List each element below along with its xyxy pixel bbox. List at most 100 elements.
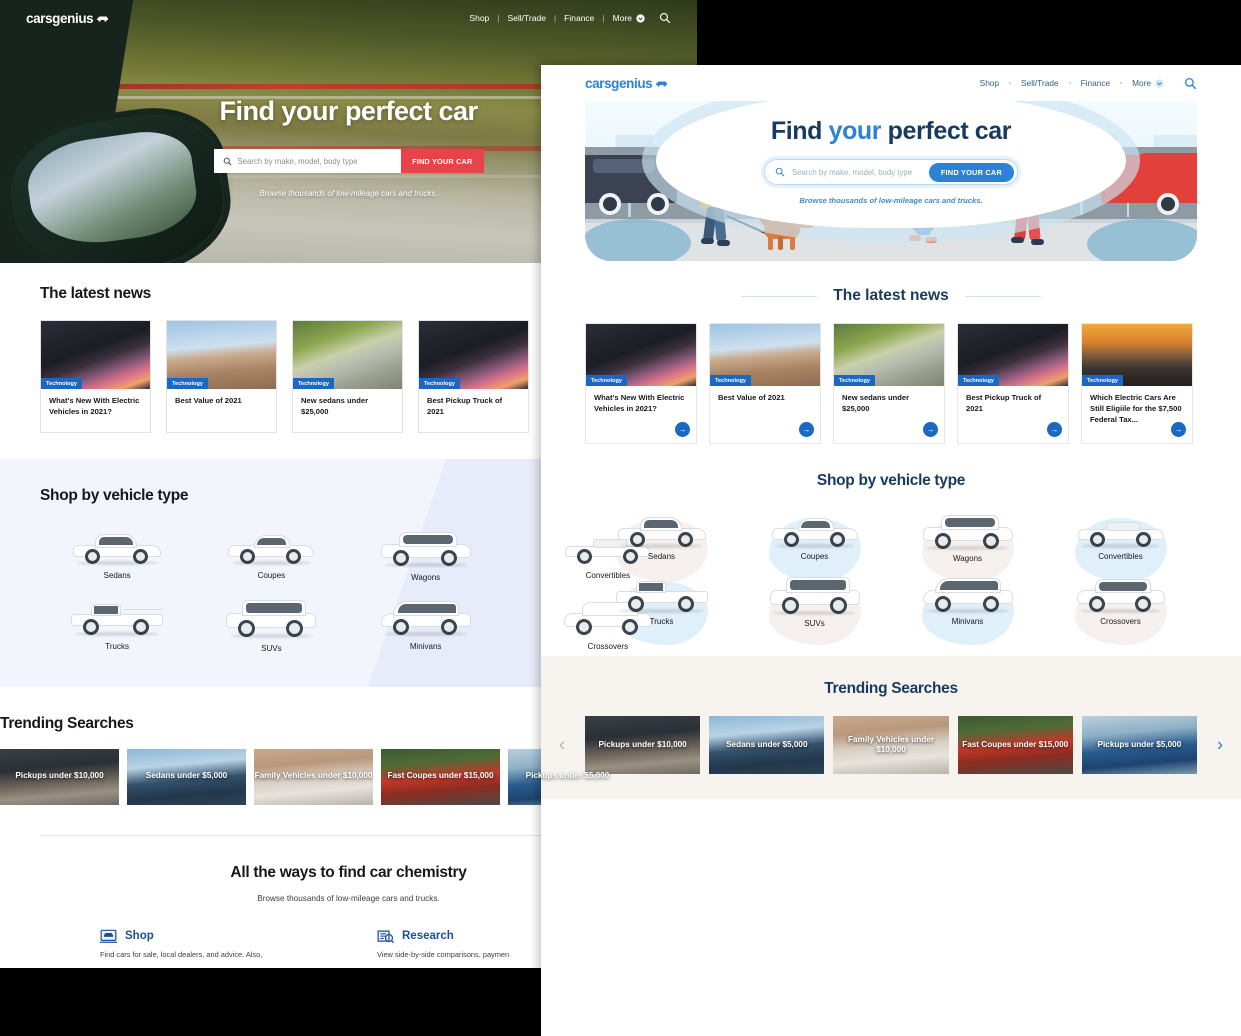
arrow-right-icon[interactable]: →: [675, 422, 690, 438]
vehicle-type-crossovers[interactable]: Crossovers: [1044, 577, 1197, 646]
vehicle-type-suvs[interactable]: SUVs: [738, 577, 891, 646]
left-hero-title: Find your perfect car: [219, 96, 478, 126]
right-nav-finance[interactable]: Finance: [1071, 78, 1121, 88]
truck-icon: [614, 577, 710, 614]
vehicle-type-trucks[interactable]: Trucks: [40, 600, 194, 653]
vehicle-type-suvs[interactable]: SUVs: [194, 599, 348, 653]
vehicle-type-minivans[interactable]: Minivans: [891, 577, 1044, 646]
news-card[interactable]: Technology Best Value of 2021: [166, 320, 277, 433]
vehicle-type-label: Convertibles: [1098, 552, 1143, 562]
way-shop-title: Shop: [125, 930, 154, 943]
vehicle-type-sedans[interactable]: Sedans: [40, 531, 194, 582]
trending-card[interactable]: Sedans under $5,000: [709, 716, 825, 775]
chevron-down-icon[interactable]: [636, 13, 645, 23]
arrow-right-icon[interactable]: →: [923, 422, 938, 438]
news-card[interactable]: Technology Which Electric Cars Are Still…: [1081, 323, 1193, 445]
sedan-icon: [71, 531, 163, 565]
sedan-icon: [616, 514, 708, 549]
left-logo[interactable]: carsgenius: [26, 11, 109, 26]
trending-card[interactable]: Fast Coupes under $15,000: [381, 748, 500, 805]
vehicle-type-wagons[interactable]: Wagons: [891, 514, 1044, 583]
right-hero-subtitle: Browse thousands of low-mileage cars and…: [799, 196, 983, 205]
hero-title-emphasis: your: [828, 117, 882, 145]
vehicle-type-label: Crossovers: [587, 641, 629, 651]
news-card-tag: Technology: [710, 375, 751, 386]
suv-icon: [224, 599, 318, 638]
left-nav-more[interactable]: More: [605, 13, 640, 23]
news-card[interactable]: Technology What's New With Electric Vehi…: [585, 323, 697, 445]
screenshot-stage: carsgenius Shop | Sell/Trade | Finance |…: [0, 0, 1241, 1036]
vehicle-type-label: SUVs: [261, 643, 282, 653]
left-nav-finance[interactable]: Finance: [556, 13, 602, 23]
right-find-your-car-button[interactable]: FIND YOUR CAR: [928, 162, 1014, 182]
vehicle-type-label: Minivans: [951, 617, 984, 627]
right-nav-links: Shop Sell/Trade Finance More: [970, 77, 1197, 90]
search-icon: [223, 157, 232, 166]
search-icon: [775, 167, 785, 177]
convertible-icon: [1076, 514, 1166, 549]
left-find-your-car-button[interactable]: FIND YOUR CAR: [401, 149, 484, 173]
minivan-icon: [921, 577, 1015, 614]
right-search-bar[interactable]: Search by make, model, body type FIND YO…: [764, 159, 1018, 185]
left-vehicle-type-section: Shop by vehicle type Sedans Coupes Wagon…: [0, 458, 697, 687]
coupe-icon: [770, 514, 860, 549]
trending-card[interactable]: Pickups under $10,000: [585, 716, 701, 775]
carousel-prev-arrow[interactable]: ‹: [559, 735, 565, 756]
trending-card[interactable]: Fast Coupes under $15,000: [957, 716, 1073, 775]
car-logo-icon: [97, 16, 109, 22]
right-nav-selltrade[interactable]: Sell/Trade: [1011, 78, 1069, 88]
news-card[interactable]: Technology Best Value of 2021 →: [709, 323, 821, 445]
left-search-input[interactable]: Search by make, model, body type: [213, 149, 402, 173]
trending-card[interactable]: Pickups under $5,000: [1081, 716, 1198, 775]
vehicle-type-label: Wagons: [411, 572, 441, 582]
heading-rule-right: [964, 295, 1041, 297]
search-icon[interactable]: [659, 12, 671, 24]
left-nav-selltrade[interactable]: Sell/Trade: [500, 13, 554, 23]
vehicle-type-convertibles[interactable]: Convertibles: [1044, 514, 1197, 583]
vehicle-type-minivans[interactable]: Minivans: [349, 600, 503, 653]
vehicle-type-label: Coupes: [257, 570, 286, 580]
trending-card-label: Pickups under $10,000: [15, 771, 104, 781]
carousel-next-arrow[interactable]: ›: [1217, 735, 1223, 756]
trending-card[interactable]: Sedans under $5,000: [127, 748, 246, 805]
vehicle-type-label: SUVs: [804, 619, 825, 629]
news-card-image: Technology: [167, 321, 276, 389]
vehicle-type-coupes[interactable]: Coupes: [194, 531, 348, 582]
right-trending-row: ‹ Pickups under $10,000 Sedans under $5,…: [541, 716, 1241, 775]
news-card[interactable]: Technology New sedans under $25,000: [292, 320, 403, 433]
arrow-right-icon[interactable]: →: [1047, 422, 1062, 438]
left-hero-subtitle: Browse thousands of low-mileage cars and…: [259, 189, 438, 198]
vehicle-type-label: Wagons: [952, 554, 983, 564]
news-card[interactable]: Technology Best Pickup Truck of 2021 →: [957, 323, 1069, 445]
chevron-down-icon[interactable]: [1155, 78, 1164, 88]
vehicle-type-coupes[interactable]: Coupes: [738, 514, 891, 583]
news-card-title: Best Value of 2021: [718, 393, 785, 402]
left-nav-shop[interactable]: Shop: [461, 13, 497, 23]
news-card-image: Technology: [293, 321, 402, 389]
right-trending-section: Trending Searches ‹ Pickups under $10,00…: [541, 656, 1241, 800]
vehicle-type-wagons[interactable]: Wagons: [349, 531, 503, 582]
news-card[interactable]: Technology What's New With Electric Vehi…: [40, 320, 151, 433]
right-news-heading-row: The latest news: [585, 287, 1197, 305]
trending-card-label: Pickups under $10,000: [598, 740, 687, 750]
trending-card[interactable]: Family Vehicles under $10,000: [833, 716, 949, 775]
news-card[interactable]: Technology New sedans under $25,000 →: [833, 323, 945, 445]
search-icon[interactable]: [1184, 77, 1197, 90]
news-card-tag: Technology: [958, 375, 999, 386]
arrow-right-icon[interactable]: →: [799, 422, 814, 438]
news-card-image: Technology: [419, 321, 528, 389]
trending-card[interactable]: Pickups under $10,000: [0, 748, 119, 805]
left-nav-links: Shop | Sell/Trade | Finance | More: [461, 12, 671, 24]
right-nav-shop[interactable]: Shop: [970, 78, 1009, 88]
news-card[interactable]: Technology Best Pickup Truck of 2021: [418, 320, 529, 433]
trending-card[interactable]: Family Vehicles under $10,000: [254, 748, 373, 805]
right-trending-heading: Trending Searches: [824, 680, 958, 698]
trending-card-label: Fast Coupes under $15,000: [387, 771, 494, 781]
right-vehicle-type-section: Shop by vehicle type Sedans Coupes Wagon…: [541, 444, 1241, 646]
way-shop-head: Shop: [100, 929, 320, 944]
wagon-icon: [921, 514, 1015, 551]
news-card-image: Technology: [1082, 324, 1192, 386]
vehicle-type-label: Trucks: [105, 641, 129, 651]
news-card-tag: Technology: [834, 375, 875, 386]
way-shop[interactable]: Shop Find cars for sale, local dealers, …: [100, 929, 320, 960]
